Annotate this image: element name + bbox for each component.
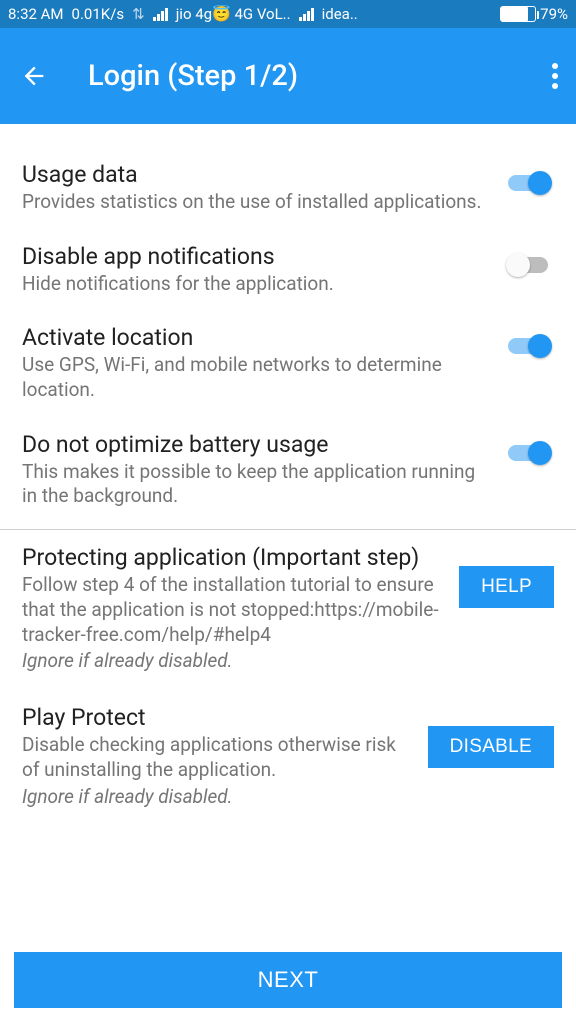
- row-protecting-application: Protecting application (Important step) …: [0, 530, 576, 686]
- partial-row[interactable]: Allows you to take captures from the pho…: [0, 124, 576, 131]
- signal-icon-1: [153, 7, 168, 21]
- row-desc: Use GPS, Wi-Fi, and mobile networks to d…: [22, 353, 494, 402]
- row-disable-notifications[interactable]: Disable app notifications Hide notificat…: [0, 229, 576, 311]
- row-desc: Disable checking applications otherwise …: [22, 733, 416, 782]
- battery-percent: 79%: [540, 5, 568, 23]
- row-desc: Follow step 4 of the installation tutori…: [22, 573, 447, 647]
- row-play-protect: Play Protect Disable checking applicatio…: [0, 686, 576, 821]
- toggle-activate-location[interactable]: [506, 330, 554, 360]
- updown-icon: ⇅: [132, 5, 145, 23]
- battery-icon: [500, 6, 536, 22]
- status-carrier1: jio 4g😇 4G VoL..: [176, 5, 291, 23]
- status-carrier2: idea..: [322, 5, 358, 23]
- help-button[interactable]: HELP: [459, 566, 554, 608]
- row-title: Activate location: [22, 324, 494, 351]
- row-note: Ignore if already disabled.: [22, 785, 416, 808]
- row-battery-optimize[interactable]: Do not optimize battery usage This makes…: [0, 417, 576, 523]
- row-title: Protecting application (Important step): [22, 544, 447, 571]
- status-time: 8:32 AM: [8, 5, 64, 23]
- toggle-battery-optimize[interactable]: [506, 437, 554, 467]
- row-note: Ignore if already disabled.: [22, 649, 447, 672]
- row-title: Disable app notifications: [22, 243, 494, 270]
- app-bar: Login (Step 1/2): [0, 28, 576, 124]
- disable-button[interactable]: DISABLE: [428, 726, 554, 768]
- status-speed: 0.01K/s: [72, 5, 125, 23]
- row-title: Usage data: [22, 161, 494, 188]
- row-desc: Provides statistics on the use of instal…: [22, 190, 494, 215]
- row-title: Do not optimize battery usage: [22, 431, 494, 458]
- arrow-back-icon: [20, 62, 48, 90]
- row-desc: Hide notifications for the application.: [22, 272, 494, 297]
- signal-icon-2: [299, 7, 314, 21]
- next-button[interactable]: NEXT: [14, 952, 562, 1008]
- back-button[interactable]: [14, 56, 54, 96]
- page-title: Login (Step 1/2): [88, 59, 298, 93]
- overflow-menu-button[interactable]: [552, 63, 558, 89]
- row-activate-location[interactable]: Activate location Use GPS, Wi-Fi, and mo…: [0, 310, 576, 416]
- toggle-disable-notifications[interactable]: [506, 249, 554, 279]
- toggle-usage-data[interactable]: [506, 167, 554, 197]
- row-desc: This makes it possible to keep the appli…: [22, 460, 494, 509]
- content: Allows you to take captures from the pho…: [0, 124, 576, 1024]
- status-bar: 8:32 AM 0.01K/s ⇅ jio 4g😇 4G VoL.. idea.…: [0, 0, 576, 28]
- row-usage-data[interactable]: Usage data Provides statistics on the us…: [0, 131, 576, 229]
- footer: NEXT: [0, 942, 576, 1024]
- partial-row-desc: Allows you to take captures from the pho…: [22, 124, 506, 125]
- row-title: Play Protect: [22, 704, 416, 731]
